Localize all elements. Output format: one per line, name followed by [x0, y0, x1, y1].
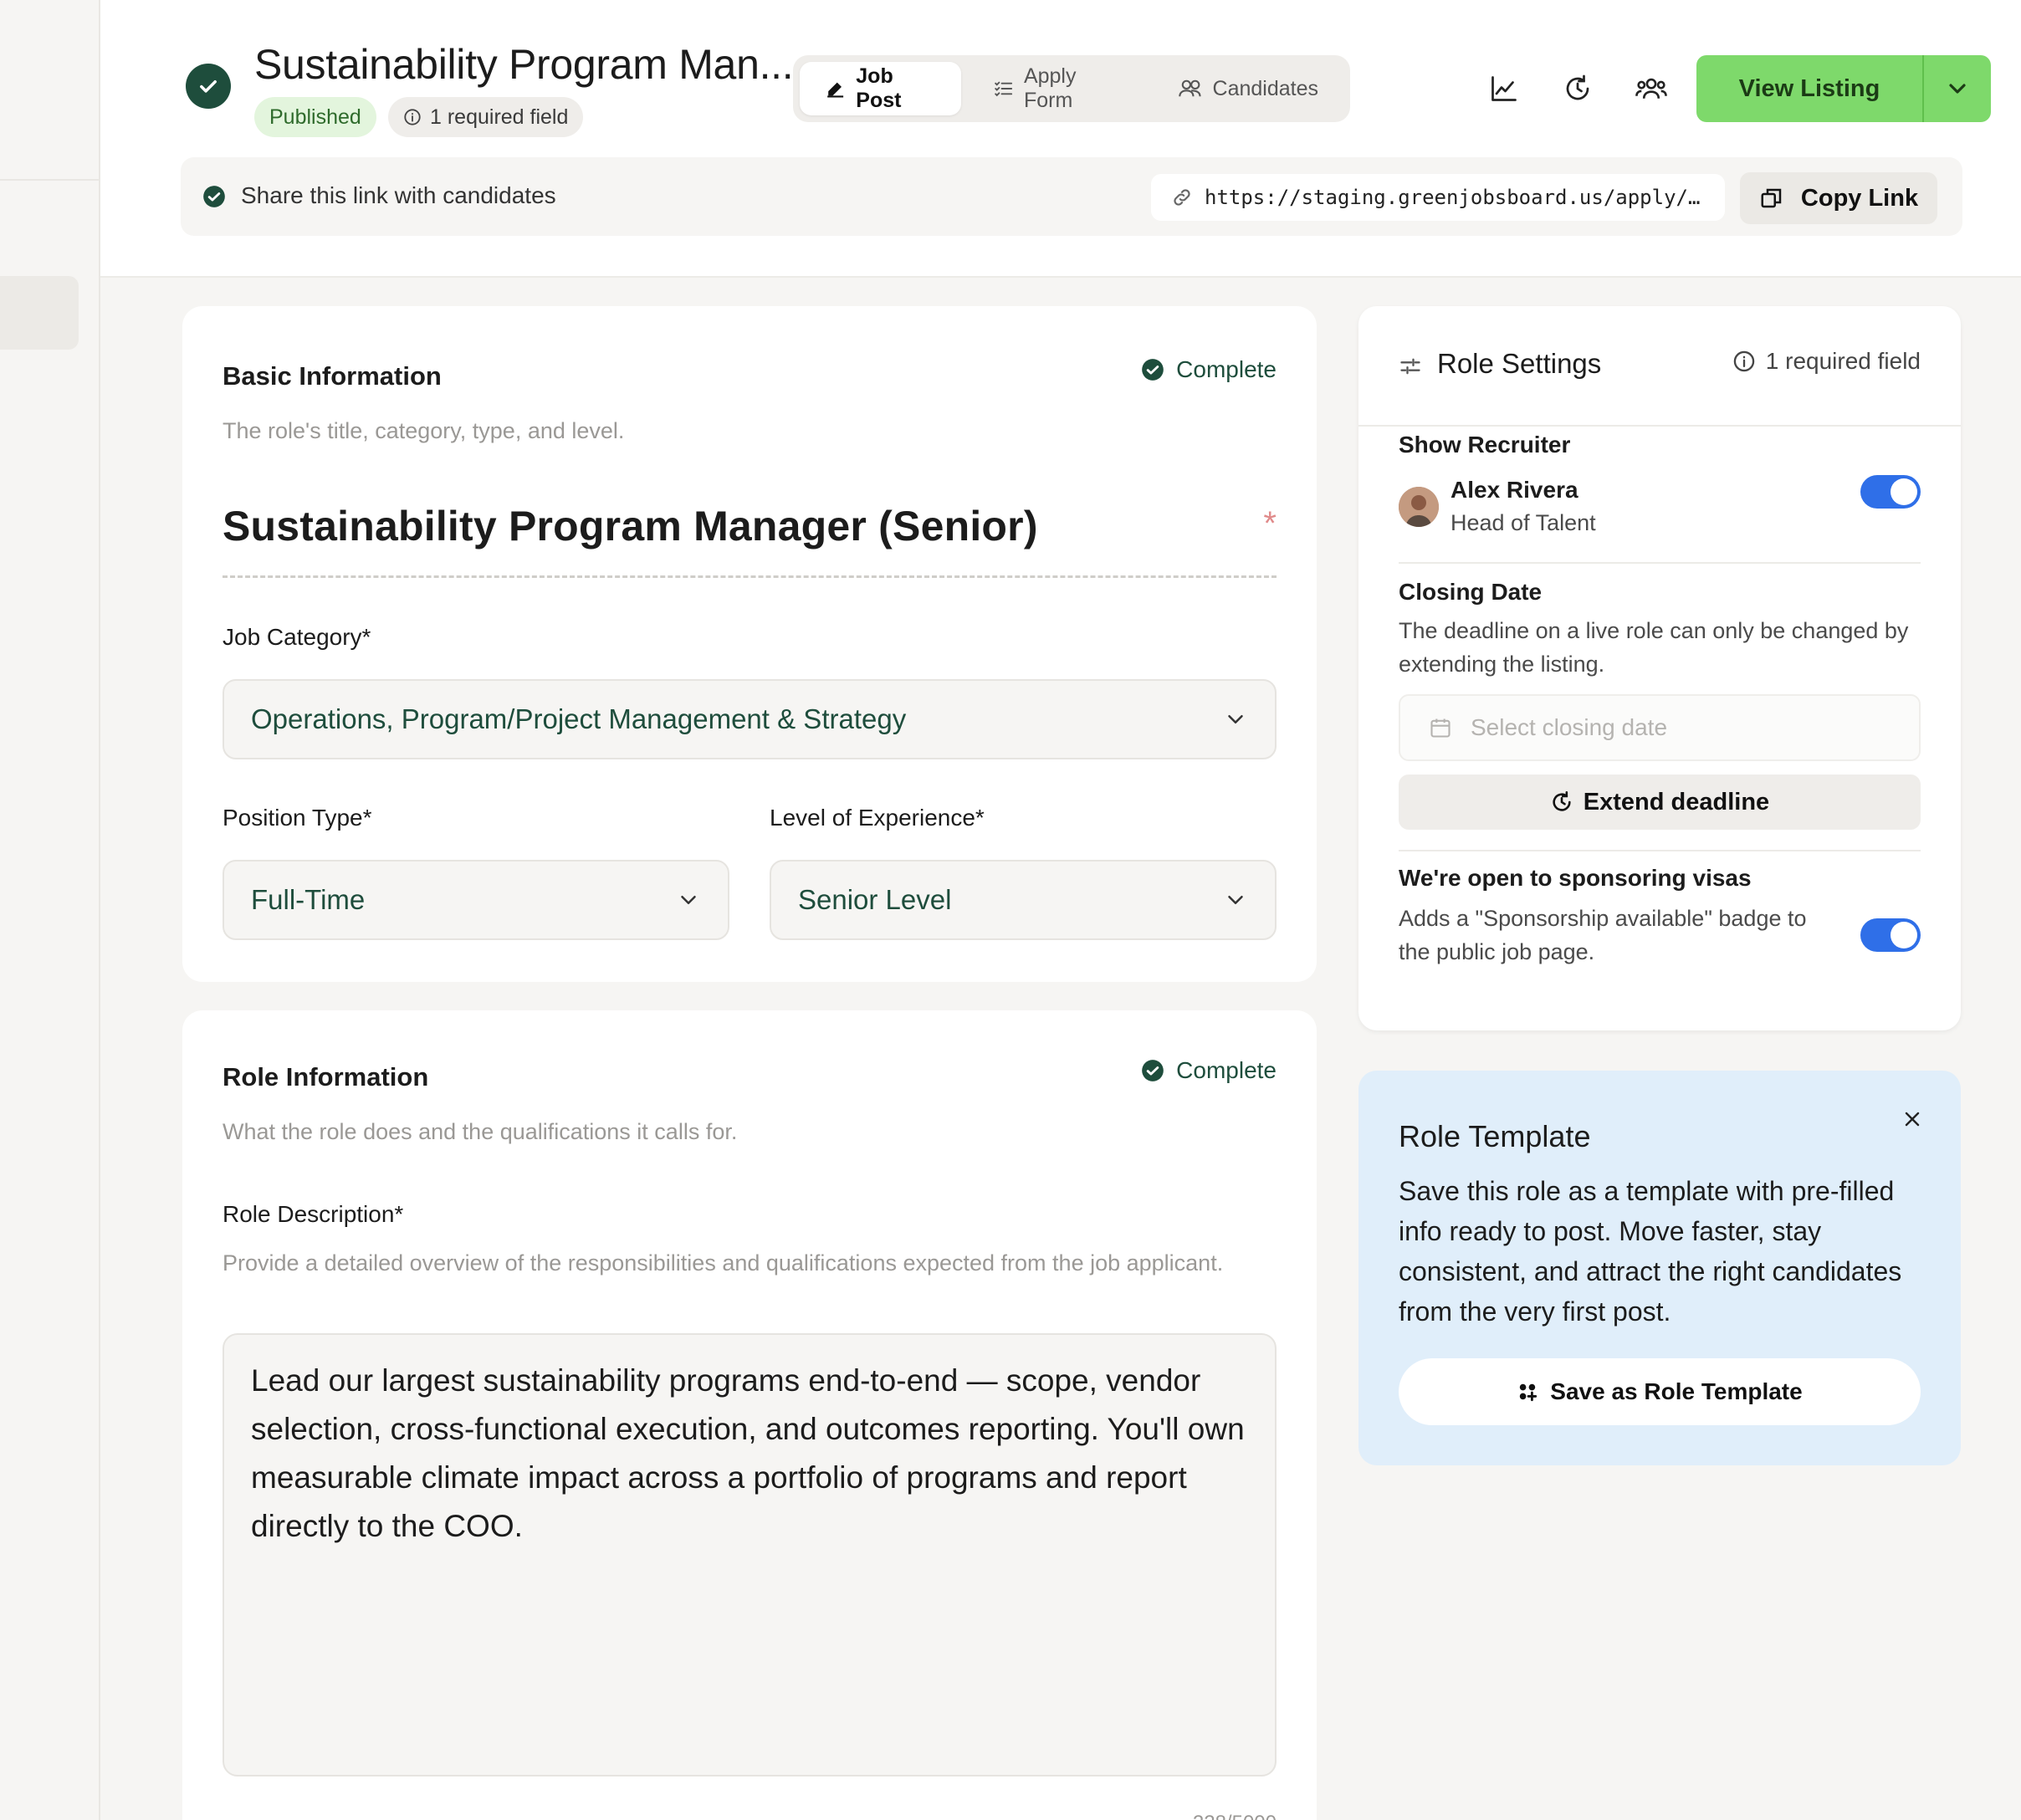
- sliders-icon: [1400, 358, 1420, 375]
- copy-link-button[interactable]: Copy Link: [1740, 172, 1937, 224]
- people-icon: [1178, 79, 1201, 97]
- team-icon[interactable]: [1633, 70, 1670, 107]
- job-category-select[interactable]: Operations, Program/Project Management &…: [223, 679, 1277, 759]
- page-header: Sustainability Program Man... Published …: [100, 0, 2021, 278]
- link-icon: [1174, 189, 1190, 206]
- save-as-role-template-label: Save as Role Template: [1550, 1378, 1803, 1404]
- job-category-value: Operations, Program/Project Management &…: [251, 703, 907, 734]
- divider: [1399, 850, 1921, 851]
- pen-icon: [827, 82, 844, 98]
- copy-link-label: Copy Link: [1800, 184, 1919, 212]
- closing-date-help: The deadline on a live role can only be …: [1399, 618, 1909, 677]
- clock-refresh-icon: [1553, 791, 1571, 811]
- info-icon: [1733, 350, 1755, 372]
- role-settings-card: Role Settings 1 required field Show Recr…: [1358, 306, 1961, 1030]
- role-description-textarea[interactable]: Lead our largest sustainability programs…: [223, 1333, 1277, 1777]
- required-field-badge[interactable]: 1 required field: [388, 97, 584, 137]
- chevron-down-icon: [1228, 715, 1243, 723]
- calendar-icon: [1430, 718, 1451, 738]
- show-recruiter-toggle[interactable]: [1860, 475, 1921, 509]
- section-subtitle: The role's title, category, type, and le…: [223, 418, 625, 443]
- job-title-input[interactable]: Sustainability Program Manager (Senior): [223, 502, 1038, 550]
- title-underline: [223, 575, 1277, 578]
- closing-date-input[interactable]: Select closing date: [1399, 694, 1921, 761]
- tab-job-post[interactable]: Job Post: [800, 62, 961, 115]
- tab-apply-form[interactable]: Apply Form: [968, 62, 1146, 115]
- complete-label: Complete: [1176, 1057, 1277, 1083]
- chevron-down-icon: [681, 896, 696, 904]
- job-category-label: Job Category*: [223, 624, 371, 650]
- complete-status: Complete: [1141, 356, 1277, 383]
- view-listing-button[interactable]: View Listing: [1696, 55, 1991, 122]
- chevron-down-icon: [1228, 896, 1243, 904]
- sidebar-divider: [0, 179, 99, 181]
- page-title: Sustainability Program Man...: [254, 41, 794, 88]
- experience-value: Senior Level: [798, 884, 952, 915]
- role-settings-header: Role Settings 1 required field: [1358, 306, 1961, 427]
- role-template-title: Role Template: [1399, 1119, 1591, 1153]
- position-type-select[interactable]: Full-Time: [223, 860, 729, 940]
- required-field-label: 1 required field: [430, 105, 569, 129]
- position-type-label: Position Type*: [223, 805, 372, 831]
- complete-label: Complete: [1176, 356, 1277, 382]
- check-circle-icon: [203, 186, 225, 207]
- required-field-label: 1 required field: [1765, 348, 1921, 374]
- history-icon[interactable]: [1559, 70, 1596, 107]
- published-check-icon: [186, 64, 231, 109]
- chevron-down-icon: [1949, 84, 1966, 94]
- role-information-card: Role Information Complete What the role …: [182, 1010, 1317, 1820]
- close-icon[interactable]: [1896, 1102, 1929, 1136]
- extend-deadline-button[interactable]: Extend deadline: [1399, 775, 1921, 830]
- experience-select[interactable]: Senior Level: [770, 860, 1277, 940]
- view-listing-dropdown[interactable]: [1922, 55, 1991, 122]
- section-title: Basic Information: [223, 361, 442, 391]
- extend-deadline-label: Extend deadline: [1583, 788, 1770, 815]
- divider: [1399, 562, 1921, 564]
- role-description-label: Role Description*: [223, 1201, 404, 1227]
- experience-label: Level of Experience*: [770, 805, 985, 831]
- sidebar: [0, 0, 100, 1820]
- share-url-text: https://staging.greenjobsboard.us/apply/…: [1205, 186, 1701, 209]
- section-subtitle: What the role does and the qualification…: [223, 1119, 738, 1144]
- status-badge: Published: [254, 97, 376, 137]
- tab-label: Apply Form: [1023, 64, 1077, 112]
- required-field-indicator: 1 required field: [1732, 348, 1921, 375]
- role-description-help: Provide a detailed overview of the respo…: [223, 1250, 1224, 1276]
- info-icon: [404, 109, 421, 125]
- complete-status: Complete: [1141, 1057, 1277, 1084]
- tab-label: Job Post: [856, 64, 902, 112]
- view-listing-label[interactable]: View Listing: [1696, 55, 1922, 122]
- recruiter-name: Alex Rivera: [1451, 477, 1578, 503]
- basic-information-card: Basic Information Complete The role's ti…: [182, 306, 1317, 982]
- role-settings-title: Role Settings: [1437, 348, 1602, 379]
- copy-icon: [1761, 188, 1782, 208]
- checklist-icon: [994, 81, 1012, 97]
- role-template-description: Save this role as a template with pre-fi…: [1399, 1176, 1902, 1327]
- save-as-role-template-button[interactable]: Save as Role Template: [1399, 1358, 1921, 1425]
- view-tabs: Job Post Apply Form Candidates: [793, 55, 1350, 122]
- share-url-field[interactable]: https://staging.greenjobsboard.us/apply/…: [1151, 174, 1725, 221]
- recruiter-role: Head of Talent: [1451, 510, 1596, 535]
- avatar: [1399, 487, 1439, 527]
- section-title: Role Information: [223, 1062, 429, 1091]
- position-type-value: Full-Time: [251, 884, 366, 915]
- visa-sponsorship-help: Adds a "Sponsorship available" badge to …: [1399, 906, 1807, 964]
- visa-sponsorship-label: We're open to sponsoring visas: [1399, 865, 1752, 891]
- tab-candidates[interactable]: Candidates: [1153, 62, 1343, 115]
- character-count: 228/5000: [1193, 1812, 1277, 1820]
- closing-date-label: Closing Date: [1399, 579, 1543, 605]
- role-template-card: Role Template Save this role as a templa…: [1358, 1071, 1961, 1465]
- required-asterisk: *: [1263, 505, 1277, 542]
- check-circle-icon: [1142, 1060, 1164, 1081]
- visa-sponsorship-toggle[interactable]: [1860, 918, 1921, 952]
- share-link-bar: Share this link with candidates https://…: [181, 157, 1962, 236]
- sidebar-item-active[interactable]: [0, 276, 79, 350]
- show-recruiter-label: Show Recruiter: [1399, 432, 1571, 458]
- template-grid-icon: [1520, 1383, 1537, 1402]
- closing-date-placeholder: Select closing date: [1471, 714, 1668, 740]
- check-circle-icon: [1142, 359, 1164, 381]
- analytics-chart-icon[interactable]: [1486, 70, 1522, 107]
- tab-label: Candidates: [1212, 76, 1318, 100]
- share-link-label: Share this link with candidates: [241, 182, 556, 208]
